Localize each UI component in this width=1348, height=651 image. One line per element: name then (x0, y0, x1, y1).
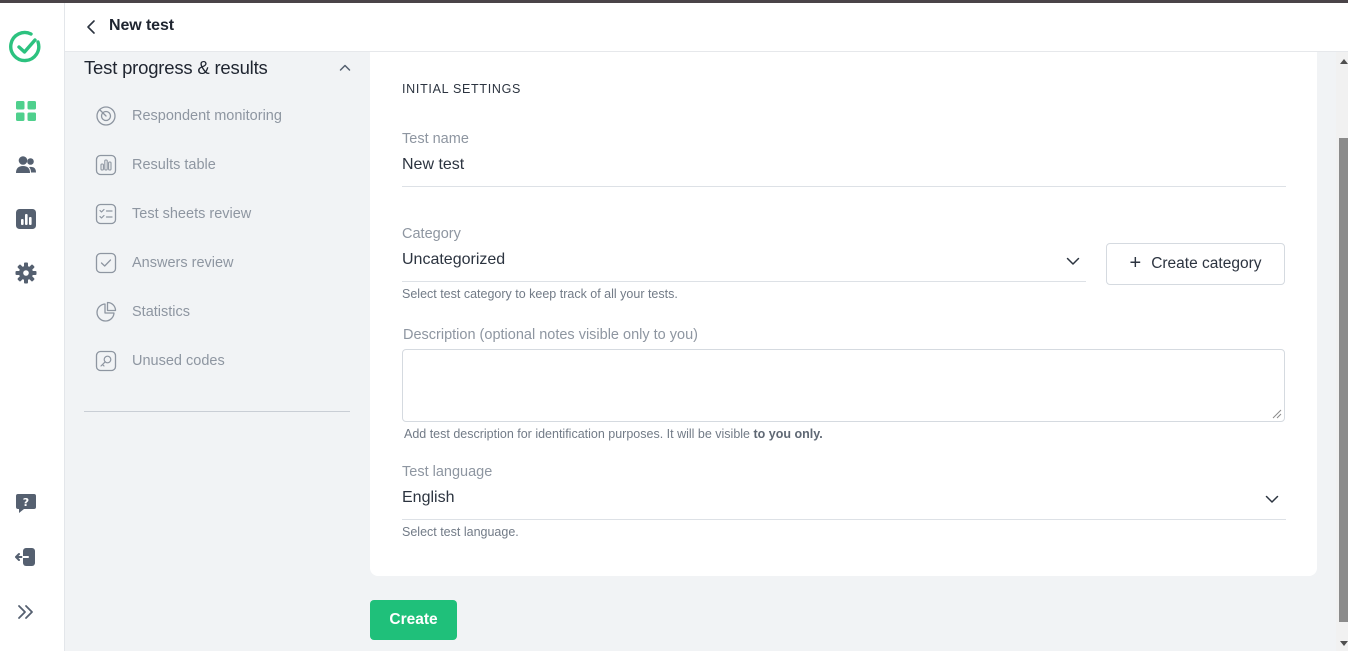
subnav-item-label: Results table (132, 157, 216, 173)
category-helper-text: Select test category to keep track of al… (402, 287, 678, 301)
gear-icon[interactable] (14, 261, 38, 285)
subnav-item-results-table[interactable]: Results table (95, 153, 216, 177)
test-language-value: English (402, 489, 455, 506)
category-select[interactable]: Uncategorized (402, 251, 1086, 275)
resize-grip-icon[interactable] (1272, 409, 1282, 419)
category-select-value: Uncategorized (402, 251, 506, 268)
create-button[interactable]: Create (370, 600, 457, 640)
subnav-item-unused-codes[interactable]: Unused codes (95, 349, 225, 373)
pie-chart-icon (95, 301, 117, 323)
subnav-divider (84, 411, 350, 412)
plus-icon: + (1129, 252, 1142, 274)
scroll-down-arrow-icon[interactable] (1340, 641, 1348, 646)
chevron-left-icon (87, 20, 95, 34)
bars-table-icon (95, 154, 117, 176)
subnav-item-test-sheets-review[interactable]: Test sheets review (95, 202, 251, 226)
secondary-nav: Test progress & results Respondent monit… (65, 52, 370, 651)
test-name-underline (402, 186, 1286, 187)
create-category-label: Create category (1151, 255, 1262, 272)
subnav-item-label: Respondent monitoring (132, 108, 282, 124)
subnav-item-label: Unused codes (132, 353, 225, 369)
logout-icon[interactable] (14, 545, 38, 569)
chevron-down-icon (1066, 257, 1080, 265)
checklist-icon (95, 203, 117, 225)
description-label: Description (optional notes visible only… (403, 327, 698, 343)
subnav-section-title: Test progress & results (84, 57, 268, 78)
test-name-input[interactable]: New test (402, 156, 464, 174)
dashboard-grid-icon[interactable] (14, 99, 38, 123)
description-helper-text: Add test description for identification … (404, 427, 823, 441)
key-icon (95, 350, 117, 372)
page-title: New test (109, 17, 174, 34)
subnav-item-statistics[interactable]: Statistics (95, 300, 190, 324)
app-rail: ? (0, 3, 65, 651)
category-dropdown-button[interactable] (1065, 253, 1081, 269)
svg-text:?: ? (23, 496, 29, 509)
create-category-button[interactable]: + Create category (1106, 243, 1285, 285)
back-button[interactable] (83, 17, 99, 37)
scroll-up-arrow-icon[interactable] (1340, 59, 1348, 64)
language-underline (402, 519, 1286, 520)
scrollbar-thumb[interactable] (1339, 138, 1348, 622)
category-label: Category (402, 226, 461, 242)
expand-double-chevron-icon[interactable] (14, 600, 38, 624)
test-name-label: Test name (402, 131, 469, 147)
subnav-item-respondent-monitoring[interactable]: Respondent monitoring (95, 104, 282, 128)
test-language-select[interactable]: English (402, 489, 1286, 513)
bar-chart-icon[interactable] (14, 207, 38, 231)
radar-icon (95, 105, 117, 127)
subnav-item-label: Statistics (132, 304, 191, 320)
checkbox-icon (95, 252, 117, 274)
collapse-section-button[interactable] (337, 60, 353, 76)
description-textarea[interactable] (402, 349, 1285, 422)
description-helper-prefix: Add test description for identification … (404, 427, 754, 441)
chevron-down-icon (1265, 495, 1279, 503)
subnav-item-label: Answers review (132, 255, 234, 271)
subnav-item-label: Test sheets review (132, 206, 252, 222)
category-underline (402, 281, 1086, 282)
section-title: INITIAL SETTINGS (402, 82, 522, 96)
logo-check-circle-icon[interactable] (8, 29, 44, 65)
chevron-up-icon (339, 64, 351, 71)
help-chat-icon[interactable]: ? (14, 491, 38, 515)
language-helper-text: Select test language. (402, 525, 519, 539)
page-header: New test (65, 3, 1348, 52)
initial-settings-card: INITIAL SETTINGS Test name New test Cate… (370, 52, 1317, 576)
description-helper-emphasis: to you only. (753, 427, 823, 441)
test-language-label: Test language (402, 464, 493, 480)
users-icon[interactable] (14, 153, 38, 177)
language-dropdown-button[interactable] (1264, 491, 1280, 507)
subnav-item-answers-review[interactable]: Answers review (95, 251, 234, 275)
